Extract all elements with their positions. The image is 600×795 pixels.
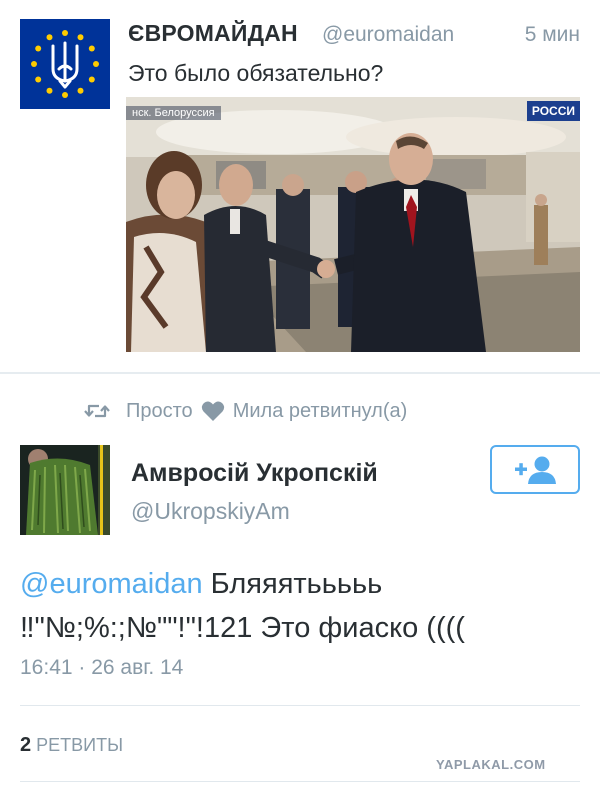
dill-costume-photo: [20, 445, 110, 535]
tv-channel-logo: РОССИ: [526, 101, 580, 121]
retweet-count: 2: [20, 734, 32, 756]
retweeter-2[interactable]: Мила ретвитнул(а): [233, 400, 408, 423]
retweet-label: РЕТВИТЫ: [36, 735, 124, 755]
eu-flag-trident-logo: [20, 19, 110, 109]
retweet-stats[interactable]: 2 РЕТВИТЫ: [20, 734, 123, 757]
tweet-text: Это было обязательно?: [128, 60, 384, 86]
tv-still-image: [126, 97, 580, 352]
tweet-photo[interactable]: нск. Белоруссия РОССИ: [126, 97, 580, 352]
bottom-divider: [20, 781, 580, 782]
retweeter-1[interactable]: Просто: [126, 400, 193, 423]
heart-icon: [201, 401, 224, 421]
tweet-text-line1: Бляяятььььь: [202, 568, 383, 600]
tweet-text: @euromaidan Бляяятььььь ‼"№;%:;№""!"!121…: [20, 562, 580, 650]
tv-caption: нск. Белоруссия: [126, 106, 221, 120]
tweet-timestamp[interactable]: 5 мин: [525, 23, 580, 47]
author-name[interactable]: Амвросій Укропскій: [131, 459, 378, 488]
add-user-icon: [515, 456, 556, 484]
meta-divider: [20, 705, 580, 706]
euromaidan-avatar[interactable]: [20, 19, 110, 109]
author-handle[interactable]: @euromaidan: [322, 23, 454, 47]
retweet-icon: [84, 404, 110, 418]
top-tweet[interactable]: ЄВРОМАЙДАН @euromaidan 5 мин Это было об…: [0, 0, 600, 372]
tweet-text-line2: ‼"№;%:;№""!"!121 Это фиаско ((((: [20, 612, 465, 644]
follow-button[interactable]: [490, 445, 580, 494]
watermark: YAPLAKAL.COM: [436, 757, 546, 772]
retweet-context[interactable]: Просто Мила ретвитнул(а): [84, 398, 407, 424]
mention-link[interactable]: @euromaidan: [20, 568, 203, 600]
tweet-timestamp[interactable]: 16:41 · 26 авг. 14: [20, 656, 183, 680]
author-name[interactable]: ЄВРОМАЙДАН: [128, 20, 298, 47]
ukropskiy-avatar[interactable]: [20, 445, 110, 535]
author-handle[interactable]: @UkropskiyAm: [131, 498, 290, 525]
tweet-divider: [0, 372, 600, 374]
